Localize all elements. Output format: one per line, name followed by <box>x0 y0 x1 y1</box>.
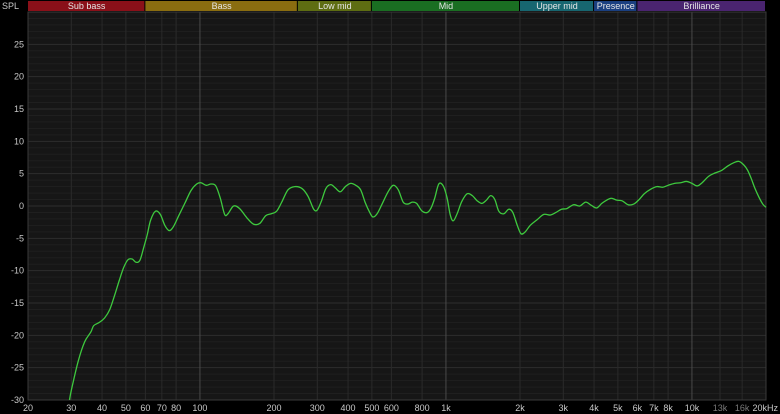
grid-lines <box>27 11 767 401</box>
x-tick-label: 30 <box>66 403 76 413</box>
y-tick-label: 15 <box>14 104 24 114</box>
y-tick-label: 20 <box>14 72 24 82</box>
x-tick-label: 20 <box>23 403 33 413</box>
y-tick-label: -15 <box>11 298 24 308</box>
y-tick-label: 5 <box>19 169 24 179</box>
y-tick-label: -10 <box>11 266 24 276</box>
x-tick-label: 100 <box>192 403 207 413</box>
x-tick-label: 300 <box>310 403 325 413</box>
x-tick-label: 70 <box>157 403 167 413</box>
x-tick-label: 10k <box>685 403 700 413</box>
band-label-mid: Mid <box>439 1 454 11</box>
x-tick-label: 2k <box>515 403 525 413</box>
y-tick-label: 0 <box>19 201 24 211</box>
y-axis-label: SPL <box>2 1 19 11</box>
y-tick-label: 10 <box>14 136 24 146</box>
frequency-response-chart: Sub bass Bass Low mid Mid Upper mid Presence B… <box>0 0 780 414</box>
y-tick-label: -25 <box>11 363 24 373</box>
x-tick-label: 1k <box>441 403 451 413</box>
band-label-brilliance: Brilliance <box>683 1 720 11</box>
band-label-presence: Presence <box>597 1 635 11</box>
x-tick-label: 60 <box>140 403 150 413</box>
x-tick-label: 5k <box>613 403 623 413</box>
x-tick-label: 20kHz <box>752 403 778 413</box>
x-tick-label: 3k <box>559 403 569 413</box>
x-tick-label: 4k <box>589 403 599 413</box>
band-label-upper-mid: Upper mid <box>536 1 578 11</box>
x-tick-label: 400 <box>341 403 356 413</box>
x-tick-label: 8k <box>663 403 673 413</box>
band-label-sub-bass: Sub bass <box>68 1 106 11</box>
x-tick-label: 40 <box>97 403 107 413</box>
band-label-low-mid: Low mid <box>318 1 352 11</box>
x-tick-label: 7k <box>649 403 659 413</box>
x-tick-label: 800 <box>415 403 430 413</box>
x-tick-label: 200 <box>266 403 281 413</box>
y-tick-label: -20 <box>11 330 24 340</box>
x-tick-label: 50 <box>121 403 131 413</box>
x-tick-label: 13k <box>713 403 728 413</box>
y-tick-label: 25 <box>14 39 24 49</box>
frequency-band-bar: Sub bass Bass Low mid Mid Upper mid Presence B… <box>28 1 765 11</box>
x-tick-label: 500 <box>364 403 379 413</box>
x-tick-label: 16k <box>735 403 750 413</box>
x-tick-label: 6k <box>633 403 643 413</box>
x-tick-label: 600 <box>384 403 399 413</box>
band-label-bass: Bass <box>212 1 233 11</box>
y-tick-label: -5 <box>16 233 24 243</box>
x-tick-label: 80 <box>171 403 181 413</box>
